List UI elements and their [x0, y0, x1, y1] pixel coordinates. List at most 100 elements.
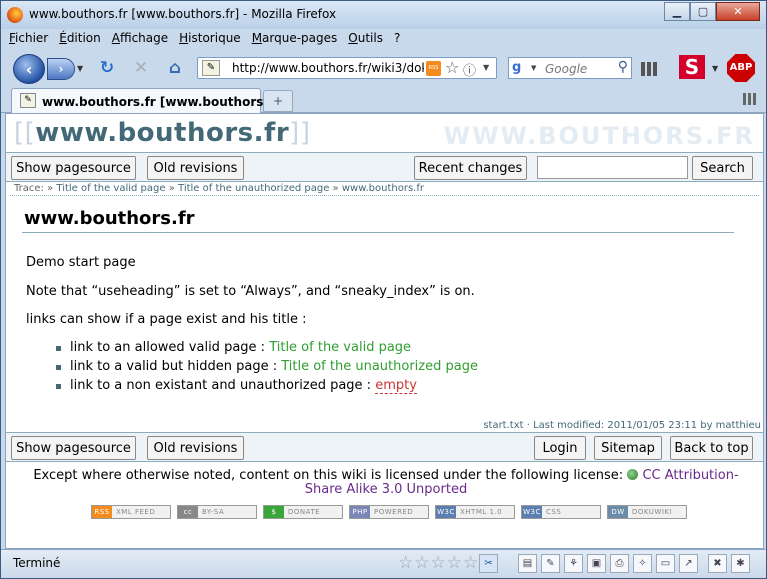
unauthorized-page-link[interactable]: Title of the unauthorized page	[281, 359, 478, 374]
firebug-icon[interactable]: ✱	[731, 554, 750, 573]
url-text[interactable]: http://www.bouthors.fr/wiki3/doku.	[232, 61, 424, 75]
bookmark-icon[interactable]: ✧	[633, 554, 652, 573]
save-icon[interactable]: ▣	[587, 554, 606, 573]
status-text: Terminé	[13, 556, 61, 570]
navigation-toolbar: ‹ › ▼ ↻ ✕ ⌂ ✎ http://www.bouthors.fr/wik…	[5, 52, 764, 84]
maximize-button[interactable]: ▢	[690, 2, 716, 21]
rss-badge[interactable]: RSS XML FEED	[91, 505, 171, 519]
logo-text[interactable]: www.bouthors.fr	[35, 118, 289, 148]
search-icon[interactable]: ⚲	[618, 59, 628, 75]
stop-icon[interactable]: ✕	[131, 58, 151, 78]
history-dropdown-icon[interactable]: ▼	[77, 64, 83, 73]
breadcrumb: Trace: » Title of the valid page » Title…	[14, 183, 424, 194]
engine-dropdown-icon[interactable]: ▼	[531, 64, 536, 72]
page-icon[interactable]: ▤	[518, 554, 537, 573]
show-pagesource-button[interactable]: Show pagesource	[11, 436, 136, 460]
star-icon[interactable]: ☆	[431, 553, 446, 573]
menu-marque-pages[interactable]: Marque-pages	[252, 31, 338, 51]
breadcrumb-link[interactable]: Title of the valid page	[56, 183, 165, 194]
addon-blue-icon[interactable]: ✂	[479, 554, 498, 573]
dokuwiki-badge[interactable]: DW DOKUWIKI	[607, 505, 687, 519]
minimize-button[interactable]: ▁	[664, 2, 690, 21]
chart-icon[interactable]: ↗	[679, 554, 698, 573]
menu-help[interactable]: ?	[394, 31, 400, 51]
s-addon-dropdown-icon[interactable]: ▼	[712, 64, 718, 73]
top-button-bar: Show pagesource Old revisions Recent cha…	[6, 152, 763, 182]
cc-globe-icon	[627, 469, 639, 480]
back-button[interactable]: ‹	[13, 54, 45, 84]
sitemap-button[interactable]: Sitemap	[594, 436, 662, 460]
search-button[interactable]: Search	[692, 156, 753, 180]
reload-icon[interactable]: ↻	[97, 58, 117, 78]
bullet-icon	[56, 365, 61, 370]
window-controls: ▁ ▢ ✕	[664, 2, 760, 22]
breadcrumb-link[interactable]: www.bouthors.fr	[342, 183, 424, 194]
search-placeholder: Google	[545, 62, 588, 76]
close-button[interactable]: ✕	[716, 2, 760, 21]
xhtml-badge[interactable]: W3C XHTML 1.0	[435, 505, 515, 519]
print-icon[interactable]: ⎙	[610, 554, 629, 573]
edit-icon[interactable]: ✎	[541, 554, 560, 573]
license-text: Except where otherwise noted, content on…	[33, 468, 624, 483]
tab-active[interactable]: ✎ www.bouthors.fr [www.bouthors.fr]	[11, 88, 285, 113]
menu-outils[interactable]: Outils	[348, 31, 383, 51]
url-bar[interactable]: ✎ http://www.bouthors.fr/wiki3/doku. RSS…	[197, 57, 497, 79]
badge-tag: W3C	[522, 506, 542, 518]
forward-button[interactable]: ›	[47, 58, 75, 80]
wiki-search-input[interactable]	[537, 156, 688, 179]
new-tab-button[interactable]: +	[263, 90, 293, 112]
badge-tag: $	[264, 506, 284, 518]
back-to-top-button[interactable]: Back to top	[670, 436, 753, 460]
browser-window: www.bouthors.fr [www.bouthors.fr] - Mozi…	[0, 0, 767, 579]
star-icon[interactable]: ☆	[447, 553, 462, 573]
url-dropdown-icon[interactable]: ▼	[483, 63, 489, 72]
old-revisions-button[interactable]: Old revisions	[147, 156, 244, 180]
title-bar: www.bouthors.fr [www.bouthors.fr] - Mozi…	[1, 1, 766, 29]
star-icon[interactable]: ☆	[414, 553, 429, 573]
bullet-icon	[56, 384, 61, 389]
login-button[interactable]: Login	[534, 436, 586, 460]
menu-historique[interactable]: Historique	[179, 31, 241, 51]
search-box[interactable]: g ▼ Google ⚲	[508, 57, 632, 79]
toolbar-grid-icon[interactable]	[641, 62, 659, 76]
page-info-icon[interactable]: ⓘ	[463, 60, 476, 79]
star-icon[interactable]: ☆	[398, 553, 413, 573]
tools-icon[interactable]: ✖	[708, 554, 727, 573]
bookmark-star-icon[interactable]: ☆	[445, 58, 459, 77]
note-icon[interactable]: ▭	[656, 554, 675, 573]
trace-label: Trace:	[14, 183, 44, 194]
nonexistent-page-link[interactable]: empty	[375, 378, 417, 394]
paragraph: Note that “useheading” is set to “Always…	[26, 284, 475, 299]
wiki-logo[interactable]: [[www.bouthors.fr]]	[14, 118, 310, 148]
css-badge[interactable]: W3C CSS	[521, 505, 601, 519]
valid-page-link[interactable]: Title of the valid page	[269, 340, 411, 355]
old-revisions-button[interactable]: Old revisions	[147, 436, 244, 460]
network-icon[interactable]: ⚘	[564, 554, 583, 573]
tab-label[interactable]: www.bouthors.fr [www.bouthors.fr]	[42, 95, 285, 109]
badge-tag: RSS	[92, 506, 112, 518]
adblock-icon[interactable]: ABP	[727, 54, 755, 82]
badge-label: DOKUWIKI	[632, 508, 673, 516]
list-item-text: link to a non existant and unauthorized …	[70, 378, 376, 393]
firefox-icon	[7, 7, 23, 23]
recent-changes-button[interactable]: Recent changes	[414, 156, 527, 180]
tab-strip: ✎ www.bouthors.fr [www.bouthors.fr] +	[1, 86, 766, 113]
php-badge[interactable]: PHP POWERED	[349, 505, 429, 519]
menu-fichier[interactable]: Fichier	[9, 31, 48, 51]
badge-tag: cc	[178, 506, 198, 518]
rss-icon[interactable]: RSS	[426, 61, 441, 76]
tab-list-icon[interactable]	[743, 93, 757, 105]
breadcrumb-link[interactable]: Title of the unauthorized page	[178, 183, 329, 194]
star-icon[interactable]: ☆	[463, 553, 478, 573]
rating-stars[interactable]: ☆ ☆ ☆ ☆ ☆	[398, 553, 478, 573]
tab-favicon: ✎	[20, 93, 36, 108]
cc-badge[interactable]: cc BY-SA	[177, 505, 257, 519]
home-icon[interactable]: ⌂	[165, 58, 185, 78]
show-pagesource-button[interactable]: Show pagesource	[11, 156, 136, 180]
menu-edition[interactable]: Édition	[59, 31, 101, 51]
s-addon-icon[interactable]: S	[679, 55, 705, 79]
donate-badge[interactable]: $ DONATE	[263, 505, 343, 519]
menu-affichage[interactable]: Affichage	[112, 31, 168, 51]
paragraph: links can show if a page exist and his t…	[26, 312, 307, 327]
google-engine-icon[interactable]: g	[512, 60, 521, 75]
